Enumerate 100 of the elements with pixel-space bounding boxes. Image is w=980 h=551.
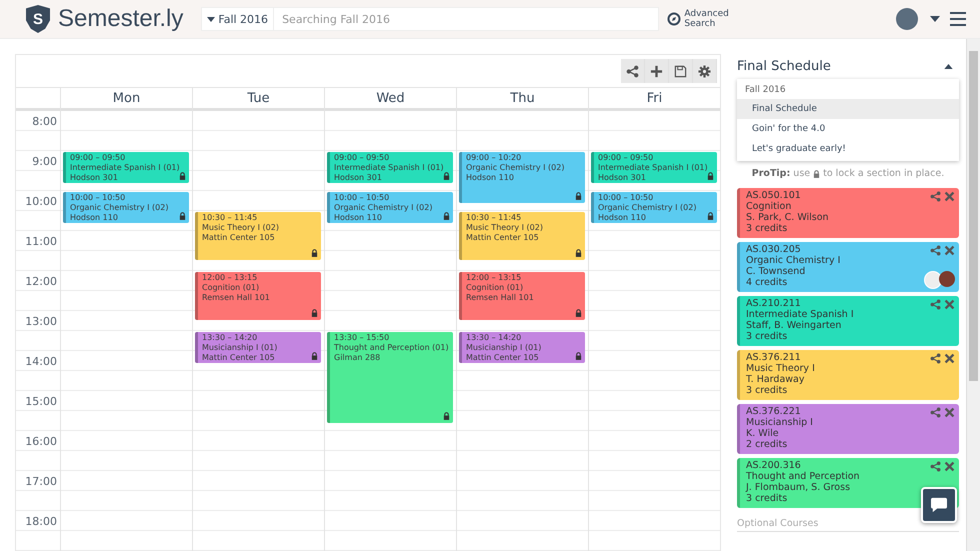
lock-icon[interactable] [311, 309, 318, 317]
shield-logo[interactable]: S [26, 5, 50, 33]
hour-label: 12:00 [25, 275, 57, 288]
course-card[interactable]: AS.200.316 Thought and Perception J. Flombaum, S. Gross 3 credits [737, 458, 959, 508]
course-instructors: T. Hardaway [746, 374, 804, 385]
compass-icon[interactable] [667, 12, 682, 26]
share-icon[interactable] [930, 407, 941, 418]
course-event[interactable]: 09:00 – 09:50 Intermediate Spanish I (01) Hodson 301 [591, 152, 717, 184]
save-icon[interactable] [674, 64, 687, 78]
caret-icon[interactable] [930, 16, 940, 22]
course-credits: 3 credits [746, 385, 788, 396]
course-name: Music Theory I [746, 363, 815, 374]
advanced-search-button[interactable]: Advanced Search [667, 9, 729, 29]
course-event[interactable]: 13:30 – 15:50 Thought and Perception (01) Gilman 288 [327, 332, 453, 424]
course-card[interactable]: AS.050.101 Cognition S. Park, C. Wilson 3 credits [737, 188, 959, 238]
lock-icon[interactable] [311, 249, 318, 257]
course-event[interactable]: 12:00 – 13:15 Cognition (01) Remsen Hall 101 [195, 272, 321, 320]
close-icon[interactable] [944, 407, 955, 418]
add-button[interactable] [645, 59, 669, 83]
share-icon[interactable] [930, 461, 941, 472]
course-card[interactable]: AS.030.205 Organic Chemistry I C. Townsend 4 credits [737, 242, 959, 292]
day-heading: Wed [376, 90, 405, 106]
course-name: Intermediate Spanish I [746, 309, 854, 320]
course-event[interactable]: 12:00 – 13:15 Cognition (01) Remsen Hall 101 [459, 272, 585, 320]
course-credits: 3 credits [746, 331, 788, 342]
hour-label: 9:00 [32, 155, 57, 168]
friend-avatar[interactable] [939, 271, 955, 287]
lock-icon[interactable] [443, 412, 450, 420]
close-icon[interactable] [944, 245, 955, 256]
semester-dropdown[interactable]: Fall 2016 [201, 7, 274, 31]
caret-icon[interactable] [944, 64, 953, 69]
schedule-option[interactable]: Final Schedule [737, 99, 959, 119]
hour-label: 13:00 [25, 315, 57, 328]
lock-icon[interactable] [311, 352, 318, 360]
course-card[interactable]: AS.376.221 Musicianship I K. Wile 2 credits [737, 404, 959, 454]
settings-button[interactable] [693, 59, 717, 83]
lock-icon[interactable] [443, 172, 450, 180]
course-event[interactable]: 10:00 – 10:50 Organic Chemistry I (02) Hodson 110 [63, 192, 189, 224]
hour-label: 15:00 [25, 395, 57, 408]
share-button[interactable] [621, 59, 645, 83]
friend-avatar[interactable] [924, 271, 942, 289]
day-heading: Thu [510, 90, 535, 106]
course-event[interactable]: 10:30 – 11:45 Music Theory I (02) Mattin Center 105 [195, 212, 321, 260]
schedule-option[interactable]: Goin' for the 4.0 [737, 119, 959, 139]
course-credits: 3 credits [746, 223, 788, 234]
course-credits: 2 credits [746, 439, 788, 450]
course-event[interactable]: 10:00 – 10:50 Organic Chemistry I (02) Hodson 110 [591, 192, 717, 224]
speech-bubble-icon[interactable] [930, 497, 948, 513]
lock-icon[interactable] [443, 212, 450, 220]
menu-icon[interactable] [950, 12, 966, 26]
course-code: AS.376.211 [746, 352, 801, 363]
share-icon[interactable] [930, 191, 941, 202]
share-icon[interactable] [626, 64, 639, 78]
close-icon[interactable] [944, 461, 955, 472]
settings-icon[interactable] [698, 64, 711, 78]
course-event[interactable]: 13:30 – 14:20 Musicianship I (01) Mattin Center 105 [195, 332, 321, 364]
hour-label: 16:00 [25, 435, 57, 448]
lock-icon[interactable] [575, 352, 582, 360]
search-field[interactable]: Searching Fall 2016 [274, 7, 660, 31]
lock-icon[interactable] [707, 212, 714, 220]
user-avatar[interactable] [896, 8, 918, 30]
close-icon[interactable] [944, 353, 955, 364]
course-code: AS.376.221 [746, 406, 801, 417]
scrollbar[interactable] [966, 39, 980, 551]
lock-icon[interactable] [179, 172, 186, 180]
chat-button[interactable] [921, 487, 957, 523]
share-icon[interactable] [930, 299, 941, 310]
lock-icon[interactable] [575, 192, 582, 200]
hour-label: 14:00 [25, 355, 57, 368]
course-card[interactable]: AS.210.211 Intermediate Spanish I Staff, B. Weingarten 3 credits [737, 296, 959, 346]
course-event[interactable]: 09:00 – 09:50 Intermediate Spanish I (01) Hodson 301 [327, 152, 453, 184]
save-button[interactable] [669, 59, 693, 83]
course-instructors: C. Townsend [746, 266, 806, 277]
schedule-option[interactable]: Let's graduate early! [737, 139, 959, 159]
share-icon[interactable] [930, 245, 941, 256]
course-name: Cognition [746, 201, 792, 212]
course-instructors: K. Wile [746, 428, 779, 439]
course-event[interactable]: 13:30 – 14:20 Musicianship I (01) Mattin Center 105 [459, 332, 585, 364]
lock-icon[interactable] [575, 309, 582, 317]
hour-label: 11:00 [25, 235, 57, 248]
plus-icon[interactable] [650, 64, 663, 78]
course-instructors: S. Park, C. Wilson [746, 212, 829, 223]
schedule-title[interactable]: Final Schedule [737, 59, 831, 74]
lock-icon[interactable] [179, 212, 186, 220]
hour-label: 10:00 [25, 195, 57, 208]
course-card[interactable]: AS.376.211 Music Theory I T. Hardaway 3 credits [737, 350, 959, 400]
course-event[interactable]: 09:00 – 09:50 Intermediate Spanish I (01) Hodson 301 [63, 152, 189, 184]
share-icon[interactable] [930, 353, 941, 364]
lock-icon[interactable] [707, 172, 714, 180]
day-heading: Mon [112, 90, 140, 106]
course-event[interactable]: 10:30 – 11:45 Music Theory I (02) Mattin Center 105 [459, 212, 585, 260]
close-icon[interactable] [944, 191, 955, 202]
close-icon[interactable] [944, 299, 955, 310]
course-event[interactable]: 10:00 – 10:50 Organic Chemistry I (02) Hodson 110 [327, 192, 453, 224]
hour-label: 8:00 [32, 115, 57, 128]
course-event[interactable]: 09:00 – 10:20 Organic Chemistry I (02) Hodson 110 [459, 152, 585, 204]
hour-label: 17:00 [25, 475, 57, 488]
brand-name[interactable]: Semester.ly [58, 5, 184, 33]
lock-icon[interactable] [575, 249, 582, 257]
course-credits: 3 credits [746, 493, 788, 504]
